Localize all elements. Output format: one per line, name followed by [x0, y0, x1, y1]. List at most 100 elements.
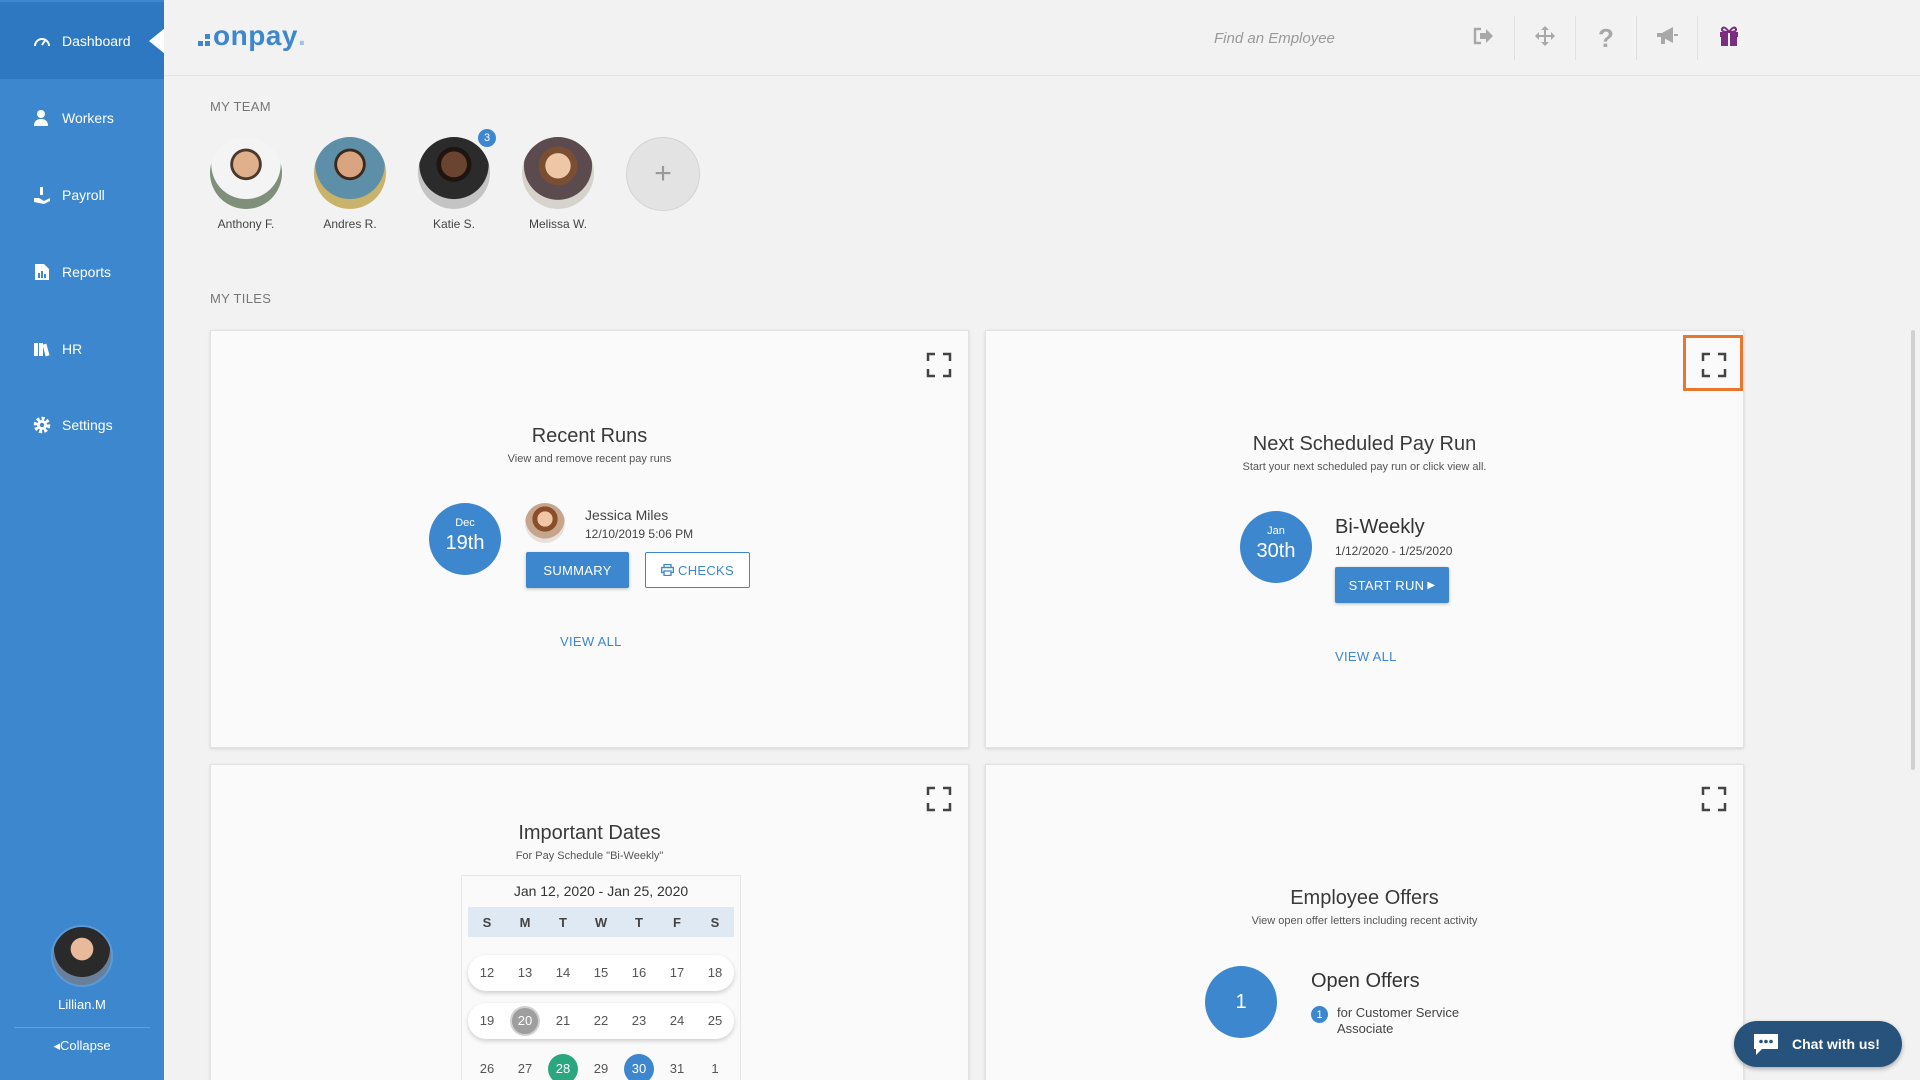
help-icon: ?: [1598, 22, 1614, 53]
calendar-day-today[interactable]: 20: [510, 1006, 540, 1036]
tile-next-pay-run: Next Scheduled Pay Run Start your next s…: [985, 330, 1744, 748]
tile-employee-offers: Employee Offers View open offer letters …: [985, 764, 1744, 1080]
calendar-day[interactable]: 15: [586, 958, 616, 988]
chat-icon: [1752, 1032, 1780, 1056]
avatar[interactable]: [51, 925, 113, 987]
sidebar-item-payroll[interactable]: Payroll: [0, 156, 164, 233]
team-list: Anthony F. Andres R. 3 Katie S. Melissa …: [210, 127, 730, 231]
run-date: Jan 30th: [1240, 511, 1312, 583]
tile-title: Next Scheduled Pay Run: [1252, 433, 1477, 455]
printer-icon: [661, 564, 674, 576]
tile-subtitle: View open offer letters including recent…: [1251, 915, 1478, 927]
expand-icon[interactable]: [926, 352, 952, 378]
summary-button[interactable]: SUMMARY: [526, 552, 629, 588]
sidebar-item-workers[interactable]: Workers: [0, 79, 164, 156]
sidebar-item-label: Reports: [62, 263, 112, 280]
avatar[interactable]: [210, 137, 282, 209]
current-user[interactable]: Lillian.M: [0, 925, 164, 1012]
calendar-day[interactable]: 27: [510, 1054, 540, 1080]
chat-button[interactable]: Chat with us!: [1734, 1021, 1902, 1067]
calendar-day[interactable]: 21: [548, 1006, 578, 1036]
calendar-day[interactable]: 1: [700, 1054, 730, 1080]
expand-icon[interactable]: [1701, 786, 1727, 812]
avatar[interactable]: 3: [418, 127, 498, 209]
calendar-day[interactable]: 19: [472, 1006, 502, 1036]
plus-icon: +: [654, 157, 672, 190]
calendar-week: 12 13 14 15 16 17 18: [468, 955, 734, 991]
search-input[interactable]: [1214, 24, 1424, 52]
sidebar-item-dashboard[interactable]: Dashboard: [0, 2, 165, 79]
report-icon: [32, 262, 52, 282]
logout-button[interactable]: [1454, 16, 1515, 60]
tile-title: Recent Runs: [531, 425, 648, 447]
tile-title: Employee Offers: [1290, 887, 1439, 909]
calendar-day[interactable]: 22: [586, 1006, 616, 1036]
gauge-icon: [32, 31, 52, 51]
calendar-day[interactable]: 18: [700, 958, 730, 988]
collapse-button[interactable]: ◂Collapse: [0, 1038, 164, 1054]
team-member-melissa[interactable]: Melissa W.: [522, 137, 626, 231]
hand-money-icon: [32, 185, 52, 205]
calendar-day-payday[interactable]: 30: [624, 1054, 654, 1080]
team-member-anthony[interactable]: Anthony F.: [210, 137, 314, 231]
move-icon: [1534, 25, 1556, 52]
calendar-day[interactable]: 23: [624, 1006, 654, 1036]
announcements-button[interactable]: [1637, 16, 1698, 60]
run-date: Dec 19th: [429, 503, 501, 575]
add-team-member[interactable]: +: [626, 137, 730, 231]
offers-heading: Open Offers: [1311, 970, 1420, 992]
scrollbar[interactable]: [1911, 330, 1915, 770]
user-name: Lillian.M: [58, 997, 106, 1012]
sidebar-item-hr[interactable]: HR: [0, 310, 164, 387]
calendar-day[interactable]: 17: [662, 958, 692, 988]
calendar-day[interactable]: 25: [700, 1006, 730, 1036]
divider: [14, 1027, 150, 1028]
pay-calendar: Jan 12, 2020 - Jan 25, 2020 S M T W T F …: [461, 875, 741, 1080]
calendar-day-deadline[interactable]: 28: [548, 1054, 578, 1080]
tile-subtitle: View and remove recent pay runs: [507, 453, 672, 465]
calendar-day[interactable]: 24: [662, 1006, 692, 1036]
calendar-day[interactable]: 31: [662, 1054, 692, 1080]
help-button[interactable]: ?: [1576, 16, 1637, 60]
sidebar-item-label: Workers: [62, 109, 114, 126]
team-member-andres[interactable]: Andres R.: [314, 137, 418, 231]
move-tiles-button[interactable]: [1515, 16, 1576, 60]
sidebar-item-reports[interactable]: Reports: [0, 233, 164, 310]
checks-button[interactable]: CHECKS: [645, 552, 750, 588]
calendar-day[interactable]: 29: [586, 1054, 616, 1080]
expand-icon[interactable]: [1701, 352, 1727, 378]
calendar-day[interactable]: 16: [624, 958, 654, 988]
avatar: [525, 503, 565, 543]
offer-text: Associate: [1337, 1021, 1394, 1036]
avatar[interactable]: [522, 137, 594, 209]
view-all-link[interactable]: VIEW ALL: [560, 634, 622, 649]
tile-subtitle: For Pay Schedule "Bi-Weekly": [515, 850, 664, 862]
books-icon: [32, 339, 52, 359]
logo-mark: [198, 34, 210, 46]
offers-count: 1: [1205, 966, 1277, 1038]
calendar-day[interactable]: 13: [510, 958, 540, 988]
my-tiles-label: MY TILES: [210, 291, 272, 306]
onpay-logo[interactable]: onpay.: [198, 20, 306, 52]
calendar-week: 19 20 21 22 23 24 25: [468, 1003, 734, 1039]
run-timestamp: 12/10/2019 5:06 PM: [585, 527, 694, 541]
sidebar-item-label: HR: [62, 340, 83, 357]
expand-icon[interactable]: [926, 786, 952, 812]
my-team-label: MY TEAM: [210, 99, 271, 114]
avatar[interactable]: [314, 137, 386, 209]
add-member-button[interactable]: +: [626, 137, 700, 211]
rewards-button[interactable]: [1698, 16, 1759, 60]
calendar-week: 26 27 28 29 30 31 1: [468, 1051, 734, 1080]
start-run-button[interactable]: START RUN ▶: [1335, 567, 1449, 603]
offer-item[interactable]: 1 for Customer Service Associate: [1311, 1005, 1459, 1037]
calendar-day[interactable]: 26: [472, 1054, 502, 1080]
sidebar-item-settings[interactable]: Settings: [0, 386, 164, 463]
team-member-katie[interactable]: 3 Katie S.: [418, 127, 522, 231]
pay-period: 1/12/2020 - 1/25/2020: [1335, 544, 1453, 558]
notification-badge: 3: [476, 127, 498, 149]
tile-important-dates: Important Dates For Pay Schedule "Bi-Wee…: [210, 764, 969, 1080]
view-all-link[interactable]: VIEW ALL: [1335, 649, 1397, 664]
calendar-day[interactable]: 12: [472, 958, 502, 988]
calendar-day[interactable]: 14: [548, 958, 578, 988]
gear-icon: [32, 415, 52, 435]
